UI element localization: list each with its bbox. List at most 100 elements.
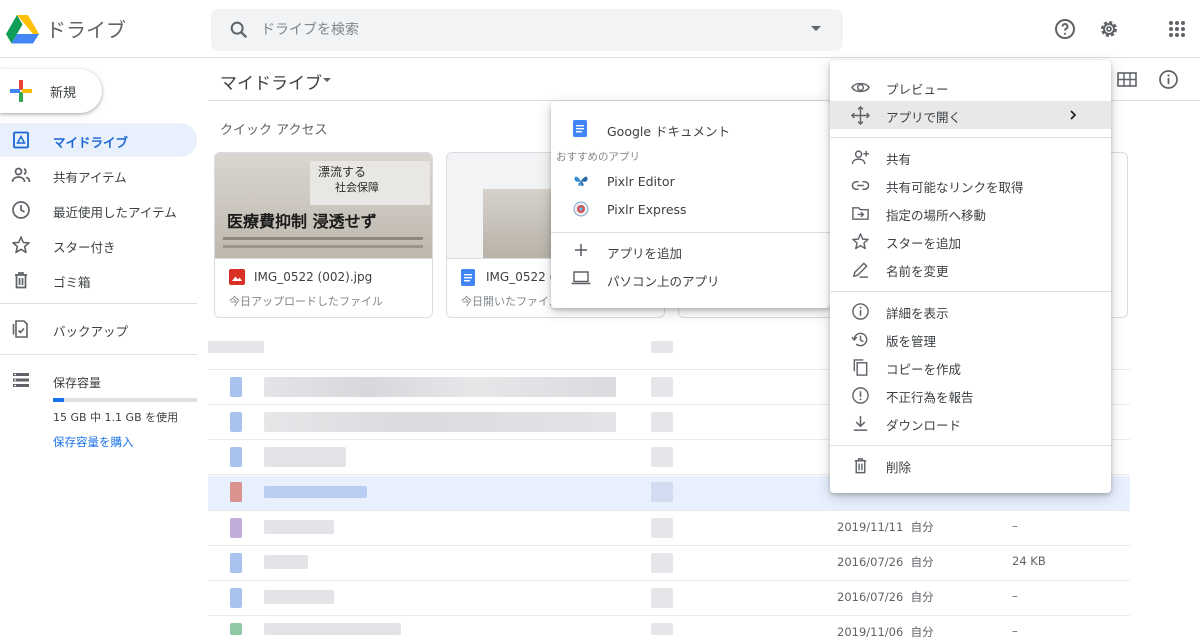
trash-icon xyxy=(15,272,27,289)
sidebar-item-label: スター付き xyxy=(53,240,116,255)
menu-divider xyxy=(830,291,1111,292)
thumbnail-title-a: 漂流する xyxy=(318,165,367,179)
row-date: 2016/07/26 xyxy=(837,590,904,604)
menu-item-label: 版を管理 xyxy=(886,334,937,349)
table-row[interactable] xyxy=(208,512,1130,545)
quick-access-card[interactable]: 漂流する 社会保障 医療費抑制 浸透せず IMG_0522 (002).jpg … xyxy=(214,152,433,318)
breadcrumb-my-drive[interactable]: マイドライブ xyxy=(220,69,322,94)
new-button[interactable]: 新規 xyxy=(0,69,102,113)
file-name-blurred xyxy=(264,623,401,635)
menu-item-manage-versions[interactable]: 版を管理 xyxy=(830,325,1111,353)
menu-item-pixlr-editor[interactable]: Pixlr Editor xyxy=(551,168,830,196)
menu-item-label: 名前を変更 xyxy=(886,264,949,279)
menu-item-google-docs[interactable]: Google ドキュメント xyxy=(551,115,830,143)
info-icon[interactable] xyxy=(1158,69,1179,90)
file-name-blurred xyxy=(264,520,334,534)
sidebar-item-my-drive[interactable]: マイドライブ xyxy=(0,123,197,157)
buy-storage-link[interactable]: 保存容量を購入 xyxy=(53,434,134,450)
menu-item-label: プレビュー xyxy=(886,82,949,97)
menu-item-share[interactable]: 共有 xyxy=(830,143,1111,171)
table-row[interactable] xyxy=(208,617,1130,635)
image-file-icon xyxy=(229,269,245,285)
menu-item-add-app[interactable]: アプリを追加 xyxy=(551,237,830,265)
info-icon xyxy=(852,303,869,320)
search-icon[interactable] xyxy=(228,19,250,41)
sidebar-divider xyxy=(0,303,197,304)
file-type-icon xyxy=(230,553,242,573)
sidebar-item-recent[interactable]: 最近使用したアイテム xyxy=(0,193,197,227)
settings-gear-icon[interactable] xyxy=(1097,17,1121,41)
sidebar-item-label: マイドライブ xyxy=(53,135,129,150)
menu-item-make-copy[interactable]: コピーを作成 xyxy=(830,353,1111,381)
menu-item-preview[interactable]: プレビュー xyxy=(830,73,1111,101)
pencil-icon xyxy=(852,262,869,278)
list-header-blurred xyxy=(208,341,264,353)
menu-item-download[interactable]: ダウンロード xyxy=(830,409,1111,437)
menu-item-add-star[interactable]: スターを追加 xyxy=(830,227,1111,255)
menu-item-rename[interactable]: 名前を変更 xyxy=(830,255,1111,283)
laptop-icon xyxy=(571,271,591,285)
quick-access-title: クイック アクセス xyxy=(220,123,328,138)
submenu-chevron-icon xyxy=(1070,110,1077,120)
sidebar-item-label: 最近使用したアイテム xyxy=(53,205,177,220)
file-thumbnail: 漂流する 社会保障 医療費抑制 浸透せず xyxy=(215,153,432,258)
menu-item-label: アプリで開く xyxy=(886,110,962,125)
search-bar[interactable] xyxy=(211,9,843,51)
row-owner: 自分 xyxy=(910,555,934,569)
table-row[interactable] xyxy=(208,582,1130,615)
file-type-icon xyxy=(230,447,242,467)
shared-icon xyxy=(11,167,31,183)
sidebar-item-label: バックアップ xyxy=(53,324,129,339)
file-name-blurred xyxy=(264,555,308,569)
file-name-blurred xyxy=(264,377,616,397)
my-drive-icon xyxy=(13,131,29,149)
row-divider xyxy=(208,580,1130,581)
search-options-icon[interactable] xyxy=(811,26,821,31)
file-type-icon xyxy=(230,377,242,397)
file-name-blurred xyxy=(264,486,367,498)
apps-grid-icon[interactable] xyxy=(1165,17,1189,41)
menu-item-details[interactable]: 詳細を表示 xyxy=(830,297,1111,325)
table-row[interactable] xyxy=(208,547,1130,580)
trash-icon xyxy=(854,458,867,474)
recent-clock-icon xyxy=(12,201,30,219)
menu-item-label: 削除 xyxy=(886,460,912,475)
menu-item-get-link[interactable]: 共有可能なリンクを取得 xyxy=(830,171,1111,199)
pixlr-editor-icon xyxy=(574,176,588,187)
file-owner-blurred xyxy=(651,553,673,573)
menu-divider xyxy=(830,137,1111,138)
sidebar-divider xyxy=(0,354,197,355)
file-owner-blurred xyxy=(651,377,673,397)
file-type-icon xyxy=(230,588,242,608)
sidebar-item-backup[interactable]: バックアップ xyxy=(0,312,197,346)
download-icon xyxy=(853,415,868,431)
row-divider xyxy=(208,545,1130,546)
storage-progress-bar xyxy=(53,398,197,402)
menu-item-delete[interactable]: 削除 xyxy=(830,451,1111,479)
sidebar-item-trash[interactable]: ゴミ箱 xyxy=(0,263,197,297)
menu-divider xyxy=(830,445,1111,446)
menu-item-pixlr-express[interactable]: Pixlr Express xyxy=(551,196,830,224)
file-name-blurred xyxy=(264,447,346,467)
help-icon[interactable] xyxy=(1053,17,1077,41)
storage-label: 保存容量 xyxy=(53,376,102,390)
menu-item-desktop-apps[interactable]: パソコン上のアプリ xyxy=(551,265,830,293)
file-owner-blurred xyxy=(651,482,673,502)
row-size: – xyxy=(1012,589,1018,603)
menu-item-label: パソコン上のアプリ xyxy=(607,274,720,289)
menu-item-label: スターを追加 xyxy=(886,236,962,251)
row-date: 2019/11/11 xyxy=(837,520,904,534)
menu-item-label: 不正行為を報告 xyxy=(886,390,974,405)
grid-view-icon[interactable] xyxy=(1117,71,1137,89)
drive-logo-icon[interactable] xyxy=(6,14,39,44)
row-date: 2016/07/26 xyxy=(837,555,904,569)
search-input[interactable] xyxy=(261,9,801,51)
breadcrumb-dropdown-icon[interactable] xyxy=(323,78,331,82)
sidebar-item-starred[interactable]: スター付き xyxy=(0,228,197,262)
sidebar-item-shared[interactable]: 共有アイテム xyxy=(0,158,197,192)
menu-item-report-abuse[interactable]: 不正行為を報告 xyxy=(830,381,1111,409)
menu-item-move-to[interactable]: 指定の場所へ移動 xyxy=(830,199,1111,227)
file-type-icon xyxy=(230,482,242,502)
menu-item-open-with[interactable]: アプリで開く xyxy=(830,101,1111,129)
row-modified-date: 2016/07/26 自分 xyxy=(837,554,934,570)
